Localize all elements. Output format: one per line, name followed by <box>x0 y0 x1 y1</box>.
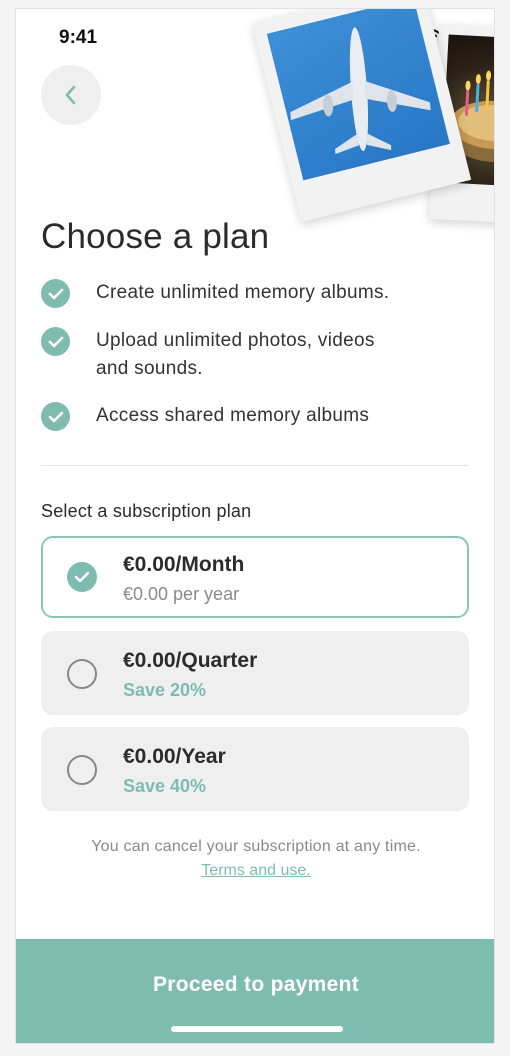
feature-text: Upload unlimited photos, videos and soun… <box>96 330 375 379</box>
plan-option-month[interactable]: €0.00/Month €0.00 per year <box>41 536 469 618</box>
plan-detail: €0.00 per year <box>123 584 240 604</box>
plan-option-quarter[interactable]: €0.00/Quarter Save 20% <box>41 631 469 715</box>
feature-item: Access shared memory albums <box>41 402 461 431</box>
plan-price: €0.00/Month <box>123 553 245 576</box>
check-icon <box>41 402 70 431</box>
divider <box>41 465 469 466</box>
feature-text: Create unlimited memory albums. <box>96 282 390 303</box>
plan-price: €0.00/Year <box>123 745 226 768</box>
check-icon <box>41 327 70 356</box>
proceed-button-label: Proceed to payment <box>152 973 360 996</box>
plan-option-year[interactable]: €0.00/Year Save 40% <box>41 727 469 811</box>
plan-price: €0.00/Quarter <box>123 649 258 672</box>
radio-unchecked-icon <box>67 659 97 689</box>
status-time: 9:41 <box>59 27 98 48</box>
feature-list: Create unlimited memory albums. Upload u… <box>41 279 461 450</box>
feature-item: Upload unlimited photos, videos and soun… <box>41 327 461 383</box>
subscription-label: Select a subscription plan <box>41 501 252 521</box>
terms-link-wrapper: Terms and use. <box>16 862 494 880</box>
terms-link[interactable]: Terms and use. <box>201 862 310 879</box>
home-indicator <box>171 1026 343 1032</box>
check-icon <box>41 279 70 308</box>
radio-unchecked-icon <box>67 755 97 785</box>
chevron-left-icon <box>65 85 76 105</box>
cancel-note: You can cancel your subscription at any … <box>91 838 421 855</box>
page-title: Choose a plan <box>41 217 270 256</box>
feature-text: Access shared memory albums <box>96 405 370 426</box>
radio-checked-icon <box>67 562 97 592</box>
airplane-image <box>290 27 431 155</box>
plan-detail: Save 40% <box>123 776 207 796</box>
plan-detail: Save 20% <box>123 680 207 700</box>
back-button[interactable] <box>41 65 101 125</box>
feature-item: Create unlimited memory albums. <box>41 279 461 308</box>
phone-screen: 9:41 Choose a plan Create unlimited memo… <box>15 8 495 1044</box>
